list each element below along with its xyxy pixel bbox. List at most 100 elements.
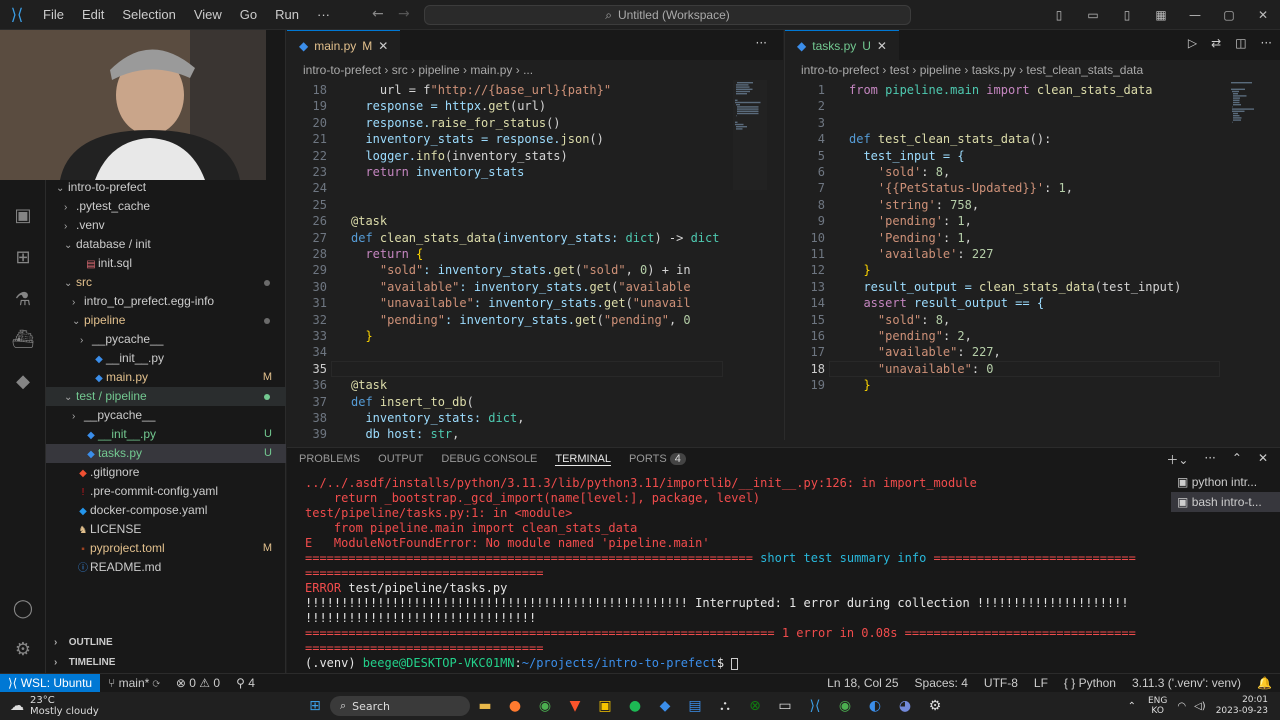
taskbar-search[interactable]: ⌕ Search [330, 696, 470, 716]
notes-icon[interactable]: ▤ [680, 698, 710, 714]
tab-tasks-py[interactable]: ◆ tasks.py U ✕ [785, 30, 899, 60]
terminal-output[interactable]: ../../.asdf/installs/python/3.11.3/lib/p… [305, 476, 1167, 671]
xbox-icon[interactable]: ⊗ [740, 698, 770, 714]
app-icon[interactable]: ◆ [650, 698, 680, 714]
tree-item[interactable]: ⌄ pipeline [46, 311, 286, 330]
more-menu-icon[interactable]: ··· [308, 7, 339, 22]
outline-section[interactable]: › OUTLINE [46, 633, 286, 653]
menu-file[interactable]: File [34, 7, 73, 22]
tree-item[interactable]: ⌄ src [46, 273, 286, 292]
toggle-secondary-sidebar-icon[interactable]: ▯ [1110, 8, 1144, 22]
app2-icon[interactable]: ◐ [860, 698, 890, 714]
tree-item[interactable]: ▪ pyproject.toml M [46, 539, 286, 558]
more-actions-icon[interactable]: ··· [1204, 451, 1215, 468]
remote-explorer-icon[interactable]: ▣ [11, 204, 35, 228]
close-tab-icon[interactable]: ✕ [877, 31, 887, 61]
browser-icon[interactable]: ◉ [830, 698, 860, 714]
maximize-panel-icon[interactable]: ⌃ [1232, 451, 1242, 468]
brave-icon[interactable]: ▼ [560, 698, 590, 714]
breadcrumb[interactable]: intro-to-prefect › test › pipeline › tas… [785, 60, 1280, 80]
weather-widget[interactable]: ☁ 23°C Mostly cloudy [0, 695, 300, 717]
language-mode[interactable]: { } Python [1056, 676, 1124, 690]
volume-icon[interactable]: ◁) [1190, 701, 1210, 712]
terminal-item-python[interactable]: ▣ python intr... [1171, 472, 1280, 492]
tree-item[interactable]: › intro_to_prefect.egg-info [46, 292, 286, 311]
tab-debug-console[interactable]: DEBUG CONSOLE [441, 453, 537, 465]
firefox-icon[interactable]: ● [500, 698, 530, 714]
code-area[interactable]: 18 url = f"http://{base_url}{path}" 19 re… [287, 80, 783, 440]
tree-item[interactable]: ⌄ intro-to-prefect [46, 178, 286, 197]
encoding[interactable]: UTF-8 [976, 676, 1026, 690]
remote-indicator[interactable]: ⟩⟨ WSL: Ubuntu [0, 673, 101, 693]
terraform-icon[interactable]: ◆ [11, 370, 35, 394]
close-panel-icon[interactable]: ✕ [1258, 451, 1268, 468]
tree-item[interactable]: ◆ __init__.py [46, 349, 286, 368]
eol[interactable]: LF [1026, 676, 1056, 690]
menu-go[interactable]: Go [231, 7, 266, 22]
forward-arrow-icon[interactable]: → [398, 6, 410, 22]
language-indicator[interactable]: ENG KO [1142, 696, 1173, 716]
extensions-icon[interactable]: ⊞ [11, 246, 35, 270]
tree-item[interactable]: ◆ __init__.py U [46, 425, 286, 444]
toggle-sidebar-icon[interactable]: ▯ [1042, 8, 1076, 22]
tray-chevron-icon[interactable]: ⌃ [1122, 701, 1142, 712]
tree-item[interactable]: › .venv [46, 216, 286, 235]
tree-item[interactable]: ◆ main.py M [46, 368, 286, 387]
customize-layout-icon[interactable]: ▦ [1144, 8, 1178, 22]
tree-item[interactable]: ◆ .gitignore [46, 463, 286, 482]
command-center[interactable]: ⌕ Untitled (Workspace) [424, 5, 911, 25]
clock[interactable]: 20:01 2023-09-23 [1210, 695, 1280, 717]
network-icon[interactable]: ◠ [1173, 701, 1190, 712]
cursor-position[interactable]: Ln 18, Col 25 [819, 676, 906, 690]
split-editor-icon[interactable]: ◫ [1235, 36, 1246, 50]
branch-indicator[interactable]: ⑂ main* ⟳ [100, 676, 168, 690]
chrome-icon[interactable]: ◉ [530, 698, 560, 714]
tab-terminal[interactable]: TERMINAL [555, 453, 611, 466]
discord-icon[interactable]: ◕ [890, 698, 920, 714]
compare-icon[interactable]: ⇄ [1211, 36, 1221, 50]
tree-item[interactable]: ◆ tasks.py U [46, 444, 286, 463]
minimap[interactable] [1229, 80, 1263, 190]
settings-gear-icon[interactable]: ⚙ [11, 638, 35, 662]
notifications-icon[interactable]: 🔔 [1249, 676, 1280, 690]
docker-icon[interactable]: ⛴ [11, 328, 35, 352]
new-terminal-icon[interactable]: ＋⌄ [1166, 451, 1188, 468]
terminal-item-bash[interactable]: ▣ bash intro-t... [1171, 492, 1280, 512]
toggle-panel-icon[interactable]: ▭ [1076, 8, 1110, 22]
back-arrow-icon[interactable]: ← [372, 6, 384, 22]
interpreter[interactable]: 3.11.3 ('.venv': venv) [1124, 676, 1249, 690]
tree-item[interactable]: › .pytest_cache [46, 197, 286, 216]
tree-item[interactable]: ◆ docker-compose.yaml [46, 501, 286, 520]
tree-item[interactable]: › __pycache__ [46, 406, 286, 425]
tree-item[interactable]: ⌄ database / init [46, 235, 286, 254]
close-tab-icon[interactable]: ✕ [378, 31, 388, 61]
close-window-icon[interactable]: ✕ [1246, 8, 1280, 22]
steam-icon[interactable]: ⛬ [710, 698, 740, 714]
tree-item[interactable]: › __pycache__ [46, 330, 286, 349]
menu-edit[interactable]: Edit [73, 7, 113, 22]
more-actions-icon[interactable]: ··· [756, 36, 767, 50]
settings-app-icon[interactable]: ⚙ [920, 698, 950, 714]
testing-icon[interactable]: ⚗ [11, 288, 35, 312]
indentation[interactable]: Spaces: 4 [907, 676, 976, 690]
problems-indicator[interactable]: ⊗ 0 ⚠ 0 [168, 676, 228, 690]
menu-selection[interactable]: Selection [113, 7, 184, 22]
spotify-icon[interactable]: ● [620, 698, 650, 714]
chat-app-icon[interactable]: ▣ [590, 698, 620, 714]
tree-item[interactable]: ! .pre-commit-config.yaml [46, 482, 286, 501]
tab-ports[interactable]: PORTS 4 [629, 453, 686, 465]
timeline-section[interactable]: › TIMELINE [46, 653, 286, 673]
tree-item[interactable]: ▤ init.sql [46, 254, 286, 273]
more-actions-icon[interactable]: ··· [1261, 36, 1272, 50]
run-icon[interactable]: ▷ [1188, 36, 1197, 50]
tree-item[interactable]: ♞ LICENSE [46, 520, 286, 539]
breadcrumb[interactable]: intro-to-prefect › src › pipeline › main… [287, 60, 783, 80]
account-icon[interactable]: ◯ [11, 597, 35, 621]
terminal-app-icon[interactable]: ▭ [770, 698, 800, 714]
start-button-icon[interactable]: ⊞ [300, 698, 330, 714]
ports-indicator[interactable]: ⚲ 4 [228, 676, 263, 690]
code-area[interactable]: 1 from pipeline.main import clean_stats_d… [785, 80, 1280, 440]
vscode-taskbar-icon[interactable]: ⟩⟨ [800, 698, 830, 714]
menu-run[interactable]: Run [266, 7, 308, 22]
tree-item[interactable]: ⓘ README.md [46, 558, 286, 577]
